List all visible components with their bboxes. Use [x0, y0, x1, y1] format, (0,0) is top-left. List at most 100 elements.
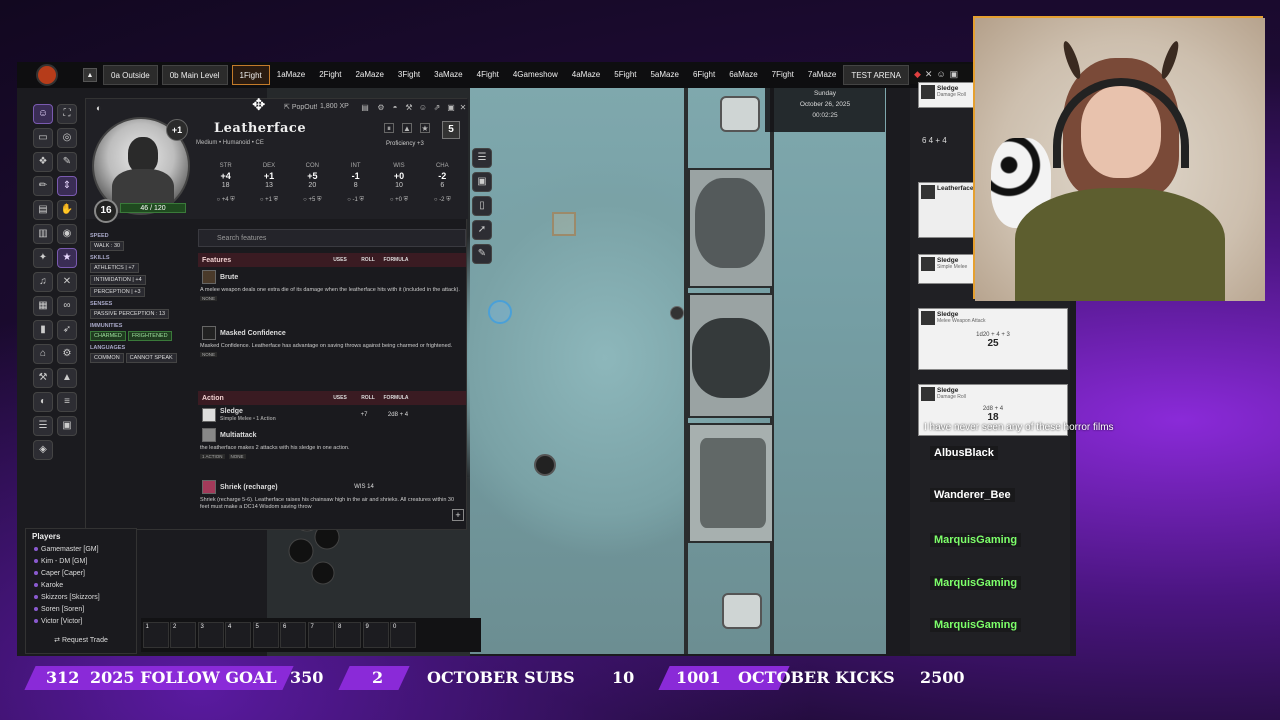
scene-tab[interactable]: 3aMaze [427, 65, 469, 85]
feather-icon[interactable]: ➶ [57, 320, 77, 340]
chat-card[interactable]: Sledge Melee Weapon Attack 1d20 + 4 + 3 25 [918, 308, 1068, 370]
feature-item[interactable]: Masked Confidence Masked Confidence. Lea… [198, 325, 466, 359]
pen-icon[interactable]: ✎ [472, 244, 492, 264]
items-tab-icon[interactable]: ▣ [950, 69, 959, 80]
wrench-icon[interactable]: ⚒ [404, 103, 414, 113]
action-name[interactable]: Shriek (recharge) [220, 484, 340, 491]
user-icon[interactable]: ☺ [418, 103, 428, 113]
ability-save[interactable]: ○ +5 ⛨ [291, 197, 334, 204]
feature-name[interactable]: Masked Confidence [220, 330, 340, 337]
collapse-nav-icon[interactable]: ▲ [83, 68, 97, 82]
ability-save[interactable]: ○ +4 ⛨ [204, 197, 247, 204]
scene-tab-active[interactable]: 1Fight [231, 65, 270, 85]
popout-button[interactable]: ⇱ PopOut! [284, 103, 318, 111]
scene-tab[interactable]: 5aMaze [643, 65, 685, 85]
ability-mod[interactable]: +4 [204, 171, 247, 181]
target-icon[interactable]: ◎ [57, 128, 77, 148]
close-sheet-icon[interactable]: ◐ [96, 103, 101, 113]
scene-tab[interactable]: 5Fight [607, 65, 643, 85]
player-item[interactable]: Caper [Caper] [26, 568, 136, 580]
action-item[interactable]: Sledge Simple Melee • 1 Action +7 2d8 + 4 [198, 407, 466, 423]
ability-mod[interactable]: +5 [291, 171, 334, 181]
foundry-logo[interactable] [17, 62, 77, 88]
map-token-marker[interactable] [552, 212, 576, 236]
scene-tab[interactable]: 6Fight [686, 65, 722, 85]
actors-tab-icon[interactable]: ☺ [936, 69, 945, 79]
battle-map[interactable] [430, 88, 886, 654]
add-item-icon[interactable]: + [452, 509, 464, 521]
scene-tab[interactable]: TEST ARENA [843, 65, 910, 85]
roll-result[interactable]: 25 [919, 338, 1067, 349]
notes-icon[interactable]: ▮ [33, 320, 53, 340]
ability-wis[interactable]: WIS +0 10 ○ +0 ⛨ [377, 163, 420, 213]
ability-save[interactable]: ○ -2 ⛨ [421, 197, 464, 204]
feature-item[interactable]: Brute A melee weapon deals one extra die… [198, 269, 466, 303]
ability-cha[interactable]: CHA -2 6 ○ -2 ⛨ [421, 163, 464, 213]
scene-tab[interactable]: 2aMaze [348, 65, 390, 85]
list-icon[interactable]: ☰ [33, 416, 53, 436]
ruler-icon[interactable]: ✎ [57, 152, 77, 172]
player-item[interactable]: Gamemaster [GM] [26, 544, 136, 556]
ability-save[interactable]: ○ +1 ⛨ [247, 197, 290, 204]
ability-mod[interactable]: +0 [377, 171, 420, 181]
action-roll[interactable]: WIS 14 [350, 484, 378, 490]
macro-slot[interactable]: 6 [280, 622, 306, 648]
ability-int[interactable]: INT -1 8 ○ -1 ⛨ [334, 163, 377, 213]
settings-icon[interactable]: ⚙ [376, 103, 386, 113]
inspiration-box[interactable]: 5 [442, 121, 460, 139]
building-icon[interactable]: ⌂ [33, 344, 53, 364]
combat-tab-icon[interactable]: ✕ [925, 69, 933, 80]
vision-icon[interactable]: ◉ [57, 224, 77, 244]
macro-slot[interactable]: 3 [197, 622, 224, 648]
walls-icon[interactable]: ▤ [33, 200, 53, 220]
macro-slot[interactable]: 1 [142, 622, 169, 648]
action-roll[interactable]: +7 [350, 412, 378, 418]
terrain-icon[interactable]: ▲ [57, 368, 77, 388]
player-item[interactable]: Kim - DM [GM] [26, 556, 136, 568]
lock-icon[interactable]: ▣ [446, 103, 456, 113]
action-formula[interactable]: 2d8 + 4 [378, 412, 418, 418]
map-light-source-icon[interactable] [488, 300, 512, 324]
swords-icon[interactable]: ✕ [57, 272, 77, 292]
feature-search-input[interactable]: Search features [198, 229, 466, 247]
macro-slot[interactable]: 5 [252, 622, 279, 648]
ability-dex[interactable]: DEX +1 13 ○ +1 ⛨ [247, 163, 290, 213]
hp-bar[interactable]: 46 / 120 [120, 203, 186, 213]
camp-icon[interactable]: ▲ [402, 123, 412, 133]
scene-tab[interactable]: 0b Main Level [161, 65, 228, 85]
list-icon[interactable]: ☰ [472, 148, 492, 168]
players-title[interactable]: Players [26, 529, 136, 544]
feature-name[interactable]: Brute [220, 274, 340, 281]
request-trade-button[interactable]: ⇄ Request Trade [31, 636, 131, 644]
calendar-widget[interactable]: Sunday October 26, 2025 00:02:25 [765, 88, 885, 132]
action-name[interactable]: Multiattack [220, 432, 340, 439]
arrow-icon[interactable]: ➚ [472, 220, 492, 240]
skill-tag[interactable]: INTIMIDATION | +4 [90, 275, 146, 285]
lighting-icon[interactable]: ✦ [33, 248, 53, 268]
table-icon[interactable]: ▣ [57, 416, 77, 436]
token-controls-icon[interactable]: ☺ [33, 104, 53, 124]
hand-icon[interactable]: ✋ [57, 200, 77, 220]
ability-str[interactable]: STR +4 18 ○ +4 ⛨ [204, 163, 247, 213]
rest-icon[interactable]: ⏸ [384, 123, 394, 133]
move-icon[interactable]: ✥ [252, 95, 265, 115]
ability-mod[interactable]: +1 [247, 171, 290, 181]
palette-icon[interactable]: ◐ [33, 392, 53, 412]
database-icon[interactable]: ≡ [57, 392, 77, 412]
character-name[interactable]: Leatherface [214, 121, 306, 136]
layers-icon[interactable]: ◈ [33, 440, 53, 460]
macro-slot[interactable]: 2 [170, 622, 196, 648]
scene-tab[interactable]: 7aMaze [801, 65, 843, 85]
gear-icon[interactable]: ⚙ [57, 344, 77, 364]
measure-icon[interactable]: ▭ [33, 128, 53, 148]
scene-tab[interactable]: 3Fight [391, 65, 427, 85]
action-name[interactable]: Sledge Simple Melee • 1 Action [220, 408, 340, 422]
enemy-token[interactable] [534, 454, 556, 476]
journal-icon[interactable]: ▯ [472, 196, 492, 216]
macro-slot[interactable]: 8 [335, 622, 361, 648]
token-icon[interactable]: ◓ [390, 103, 400, 113]
scene-tab[interactable]: 4Gameshow [506, 65, 565, 85]
scene-tab[interactable]: 7Fight [765, 65, 801, 85]
ability-save[interactable]: ○ -1 ⛨ [334, 197, 377, 204]
chat-tab-icon[interactable]: ◆ [914, 69, 921, 80]
